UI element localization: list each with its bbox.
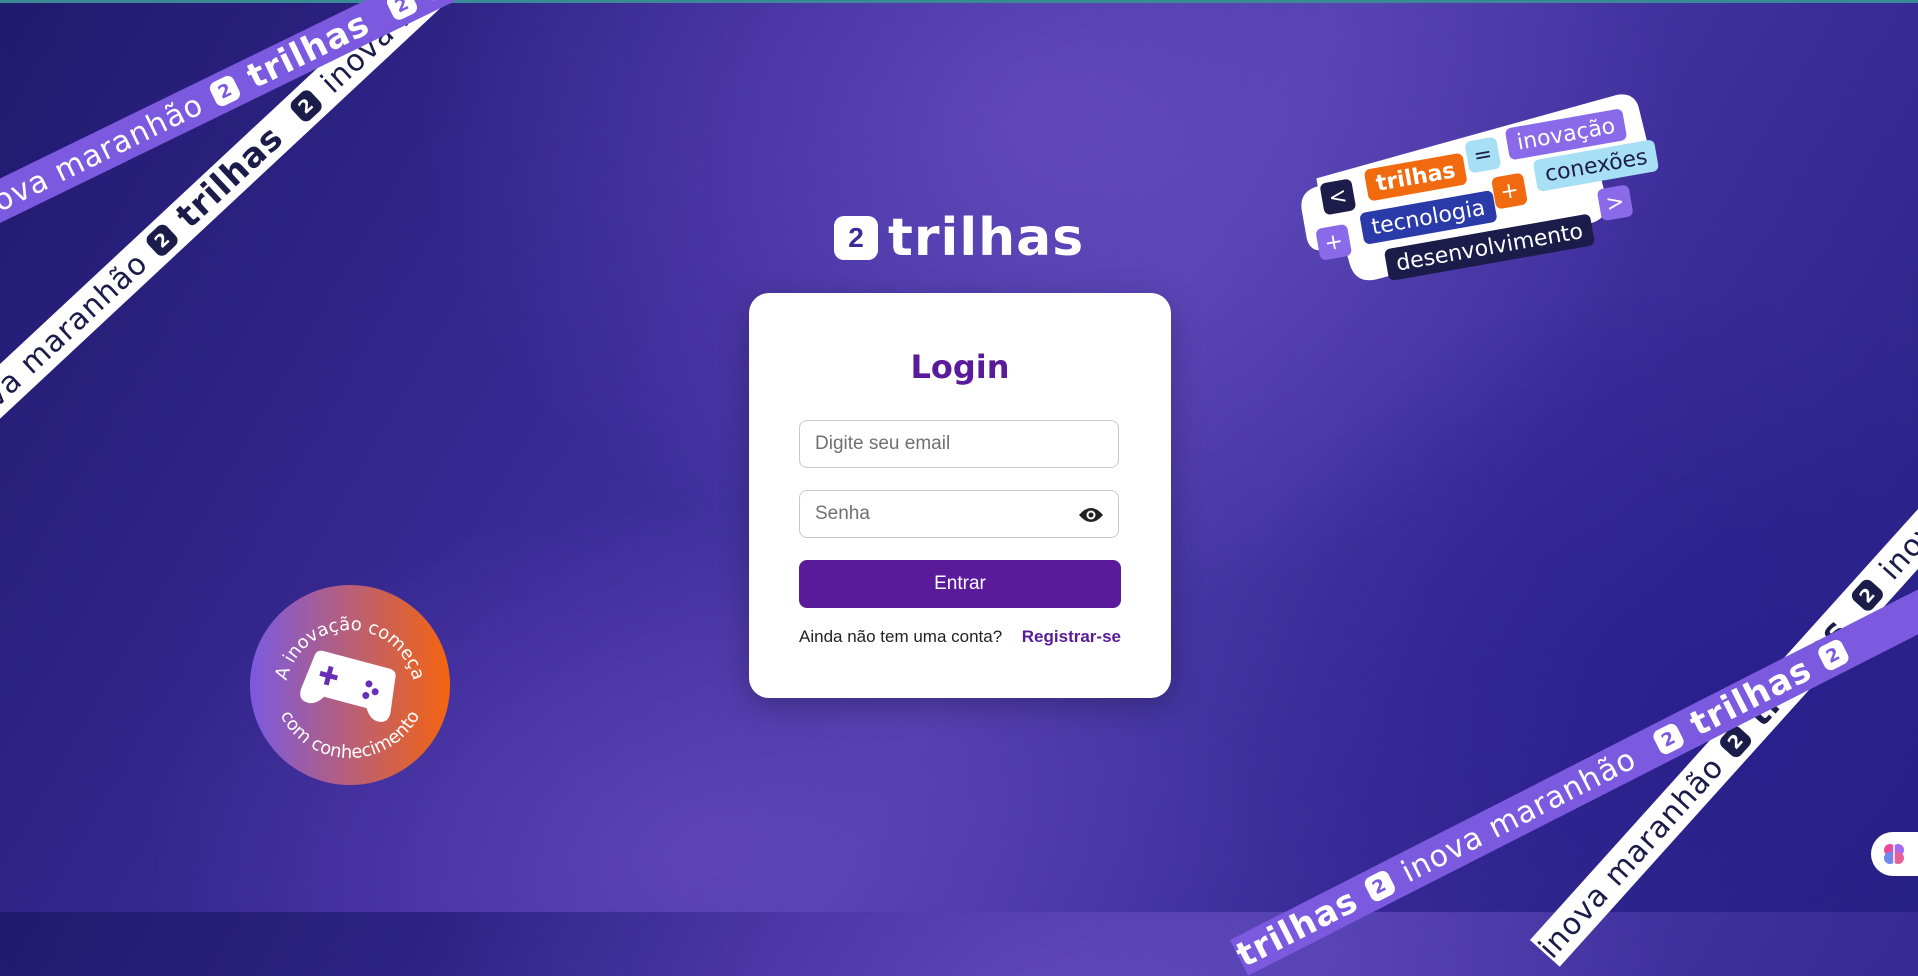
brand-name: trilhas <box>888 208 1085 268</box>
sticker-plus-mid: + <box>1490 172 1529 210</box>
ribbon-brand: trilhas <box>1230 880 1365 976</box>
top-accent-line <box>0 0 1918 3</box>
password-input[interactable] <box>800 491 1118 537</box>
brand-mark-icon: 2 <box>1815 637 1851 673</box>
signup-prompt: Ainda não tem uma conta? <box>799 627 1003 646</box>
sticker-eq: = <box>1464 136 1502 174</box>
email-input[interactable] <box>800 421 1118 467</box>
brand-mark-icon: 2 <box>144 221 181 259</box>
badge-graphic: A inovação começa com conhecimento <box>250 585 450 785</box>
signup-row: Ainda não tem uma conta? Registrar-se <box>799 627 1121 647</box>
slogan-sticker: < trilhas = inovação + tecnologia + cone… <box>1290 80 1671 290</box>
sticker-lt: < <box>1319 178 1357 216</box>
signup-link[interactable]: Registrar-se <box>1022 627 1121 647</box>
login-title: Login <box>910 348 1010 386</box>
innovation-badge: A inovação começa com conhecimento <box>250 585 450 785</box>
eye-icon[interactable] <box>1078 505 1104 525</box>
login-submit-button[interactable]: Entrar <box>799 560 1121 608</box>
login-card: Login Entrar Ainda não tem uma conta? Re… <box>749 293 1171 698</box>
assistant-widget[interactable] <box>1871 832 1918 876</box>
email-field[interactable] <box>799 420 1119 468</box>
ribbon-text: inova maranhão <box>0 245 155 448</box>
brand-mark-icon: 2 <box>834 216 878 260</box>
brand-mark-icon: 2 <box>207 73 243 109</box>
ribbon-brand: trilhas <box>168 117 292 237</box>
brand-logo: 2 trilhas <box>834 212 1084 264</box>
brand-mark-icon: 2 <box>1362 868 1398 904</box>
password-field[interactable] <box>799 490 1119 538</box>
ribbon-text: inova ma <box>1872 454 1918 587</box>
sticker-gt: > <box>1596 184 1634 222</box>
sticker-plus-left: + <box>1315 223 1353 261</box>
brain-icon <box>1884 844 1904 864</box>
